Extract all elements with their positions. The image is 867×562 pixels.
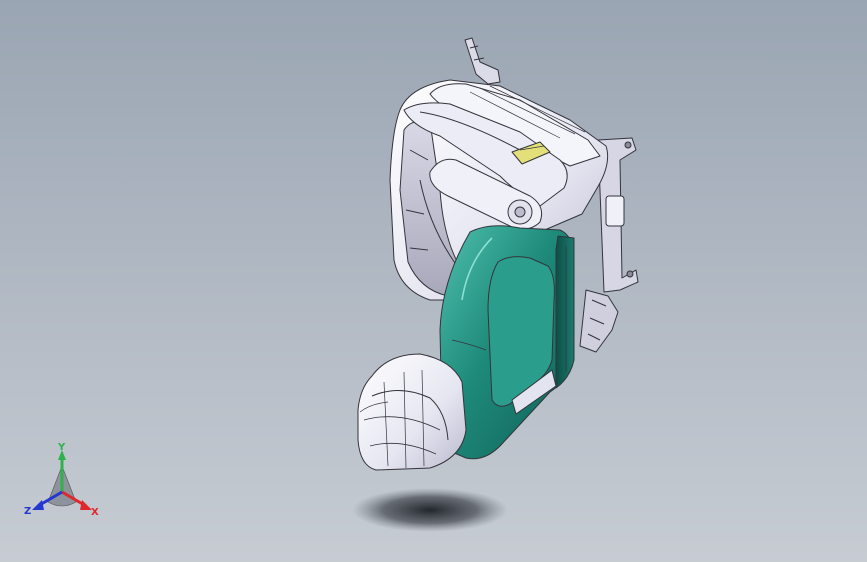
y-axis-label: Y — [57, 442, 66, 453]
model-shadow — [352, 488, 508, 532]
hinge-barrel — [605, 195, 625, 227]
graphics-viewport[interactable]: Y X Z — [0, 0, 867, 562]
x-axis-label: X — [91, 507, 99, 518]
z-axis-label: Z — [24, 506, 31, 517]
teal-side-strip — [555, 235, 575, 389]
3d-model-view[interactable]: Y X Z — [0, 0, 867, 562]
